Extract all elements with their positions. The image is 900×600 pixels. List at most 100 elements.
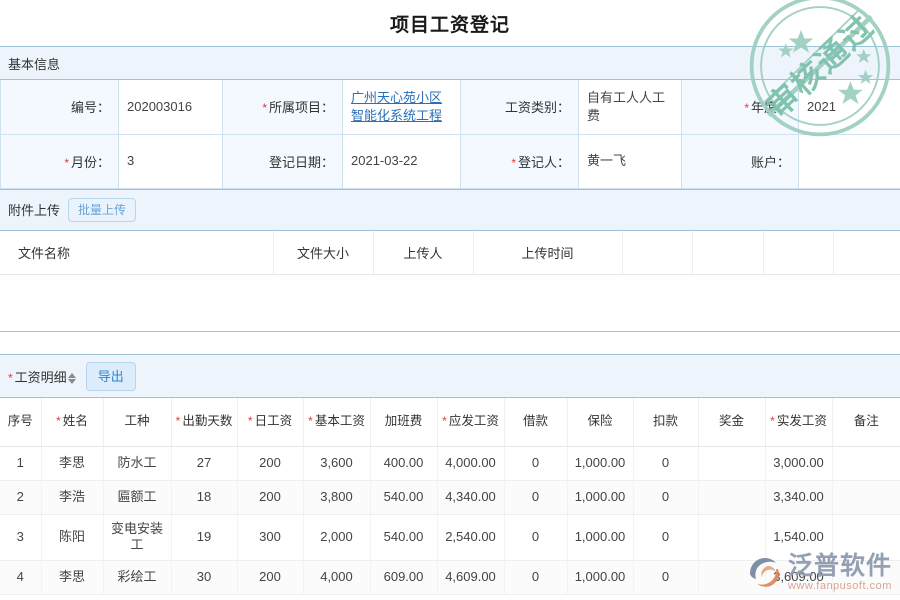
cell-work-type[interactable]: 防水工	[103, 446, 171, 480]
col-work-type[interactable]: 工种	[103, 398, 171, 446]
cell-overtime-pay[interactable]: 540.00	[370, 514, 437, 560]
field-value-account[interactable]	[799, 134, 900, 188]
col-payable-wage[interactable]: *应发工资	[437, 398, 504, 446]
cell-daily-wage[interactable]: 200	[237, 446, 303, 480]
col-base-wage[interactable]: *基本工资	[303, 398, 370, 446]
sort-toggle-icon[interactable]	[68, 373, 76, 384]
cell-name[interactable]: 李思	[41, 446, 103, 480]
attachment-col-blank-1	[622, 231, 692, 275]
cell-base-wage[interactable]: 2,000	[303, 514, 370, 560]
cell-actual-wage[interactable]: 3,000.00	[765, 446, 832, 480]
cell-base-wage[interactable]: 3,600	[303, 446, 370, 480]
cell-work-type[interactable]: 变电安装工	[103, 514, 171, 560]
cell-remark[interactable]	[832, 446, 900, 480]
cell-daily-wage[interactable]: 200	[237, 560, 303, 594]
cell-overtime-pay[interactable]: 400.00	[370, 446, 437, 480]
attachment-section-header: 附件上传 批量上传	[0, 189, 900, 231]
cell-name[interactable]: 陈阳	[41, 514, 103, 560]
field-label-project: *所属项目：	[223, 80, 343, 134]
attachment-col-file-name[interactable]: 文件名称	[0, 231, 273, 275]
export-button[interactable]: 导出	[86, 362, 136, 391]
cell-loan[interactable]: 0	[504, 446, 567, 480]
salary-registration-page: 项目工资登记 基本信息 *编号： 202003016 *所属项目： 广州天心苑小…	[0, 0, 900, 600]
basic-info-section-title: 基本信息	[8, 54, 60, 73]
cell-remark[interactable]	[832, 514, 900, 560]
cell-daily-wage[interactable]: 300	[237, 514, 303, 560]
field-value-month[interactable]: 3	[119, 134, 223, 188]
cell-base-wage[interactable]: 3,800	[303, 480, 370, 514]
cell-attend-days[interactable]: 30	[171, 560, 237, 594]
cell-loan[interactable]: 0	[504, 514, 567, 560]
cell-name[interactable]: 李浩	[41, 480, 103, 514]
cell-payable-wage[interactable]: 4,000.00	[437, 446, 504, 480]
field-label-code: *编号：	[1, 80, 119, 134]
cell-actual-wage[interactable]: 3,609.00	[765, 560, 832, 594]
cell-bonus[interactable]	[698, 446, 765, 480]
cell-payable-wage[interactable]: 4,340.00	[437, 480, 504, 514]
cell-attend-days[interactable]: 19	[171, 514, 237, 560]
cell-remark[interactable]	[832, 480, 900, 514]
batch-upload-button[interactable]: 批量上传	[68, 198, 136, 222]
cell-deduction[interactable]: 0	[633, 446, 698, 480]
table-row[interactable]: 2 李浩 匾额工 18 200 3,800 540.00 4,340.00 0 …	[0, 480, 900, 514]
col-daily-wage[interactable]: *日工资	[237, 398, 303, 446]
cell-base-wage[interactable]: 4,000	[303, 560, 370, 594]
cell-payable-wage[interactable]: 2,540.00	[437, 514, 504, 560]
cell-insurance[interactable]: 1,000.00	[567, 480, 633, 514]
cell-work-type[interactable]: 匾额工	[103, 480, 171, 514]
field-value-code[interactable]: 202003016	[119, 80, 223, 134]
col-attend-days[interactable]: *出勤天数	[171, 398, 237, 446]
cell-bonus[interactable]	[698, 560, 765, 594]
table-row[interactable]: 4 李思 彩绘工 30 200 4,000 609.00 4,609.00 0 …	[0, 560, 900, 594]
cell-attend-days[interactable]: 18	[171, 480, 237, 514]
attachment-table-wrapper: 文件名称 文件大小 上传人 上传时间	[0, 231, 900, 333]
field-value-year[interactable]: 2021	[799, 80, 900, 134]
cell-deduction[interactable]: 0	[633, 514, 698, 560]
field-value-registrant[interactable]: 黄一飞	[579, 134, 682, 188]
cell-payable-wage[interactable]: 4,609.00	[437, 560, 504, 594]
cell-deduction[interactable]: 0	[633, 480, 698, 514]
col-actual-wage[interactable]: *实发工资	[765, 398, 832, 446]
field-value-project[interactable]: 广州天心苑小区智能化系统工程	[343, 80, 461, 134]
cell-actual-wage[interactable]: 1,540.00	[765, 514, 832, 560]
cell-bonus[interactable]	[698, 514, 765, 560]
table-row[interactable]: 3 陈阳 变电安装工 19 300 2,000 540.00 2,540.00 …	[0, 514, 900, 560]
cell-work-type[interactable]: 彩绘工	[103, 560, 171, 594]
cell-attend-days[interactable]: 27	[171, 446, 237, 480]
col-remark[interactable]: 备注	[832, 398, 900, 446]
required-star: *	[262, 101, 267, 115]
col-overtime-pay[interactable]: 加班费	[370, 398, 437, 446]
cell-insurance[interactable]: 1,000.00	[567, 446, 633, 480]
cell-daily-wage[interactable]: 200	[237, 480, 303, 514]
col-deduction[interactable]: 扣款	[633, 398, 698, 446]
col-index[interactable]: 序号	[0, 398, 41, 446]
cell-remark[interactable]	[832, 560, 900, 594]
attachment-section-title: 附件上传	[8, 200, 60, 219]
cell-overtime-pay[interactable]: 609.00	[370, 560, 437, 594]
cell-deduction[interactable]: 0	[633, 560, 698, 594]
col-bonus[interactable]: 奖金	[698, 398, 765, 446]
cell-loan[interactable]: 0	[504, 560, 567, 594]
cell-overtime-pay[interactable]: 540.00	[370, 480, 437, 514]
attachment-col-file-size[interactable]: 文件大小	[273, 231, 373, 275]
cell-loan[interactable]: 0	[504, 480, 567, 514]
cell-actual-wage[interactable]: 3,340.00	[765, 480, 832, 514]
attachment-col-upload-time[interactable]: 上传时间	[473, 231, 622, 275]
field-value-salary-category[interactable]: 自有工人人工费	[579, 80, 682, 134]
cell-name[interactable]: 李思	[41, 560, 103, 594]
col-name[interactable]: *姓名	[41, 398, 103, 446]
cell-index: 1	[0, 446, 41, 480]
cell-index: 2	[0, 480, 41, 514]
col-insurance[interactable]: 保险	[567, 398, 633, 446]
table-row[interactable]: 1 李思 防水工 27 200 3,600 400.00 4,000.00 0 …	[0, 446, 900, 480]
attachment-col-uploader[interactable]: 上传人	[373, 231, 473, 275]
cell-bonus[interactable]	[698, 480, 765, 514]
basic-info-row-1: *编号： 202003016 *所属项目： 广州天心苑小区智能化系统工程 工资类…	[1, 80, 900, 134]
required-star: *	[511, 156, 516, 170]
col-loan[interactable]: 借款	[504, 398, 567, 446]
cell-insurance[interactable]: 1,000.00	[567, 514, 633, 560]
project-link[interactable]: 广州天心苑小区智能化系统工程	[351, 90, 442, 123]
cell-insurance[interactable]: 1,000.00	[567, 560, 633, 594]
attachment-header-row: 文件名称 文件大小 上传人 上传时间	[0, 231, 900, 275]
field-value-register-date[interactable]: 2021-03-22	[343, 134, 461, 188]
